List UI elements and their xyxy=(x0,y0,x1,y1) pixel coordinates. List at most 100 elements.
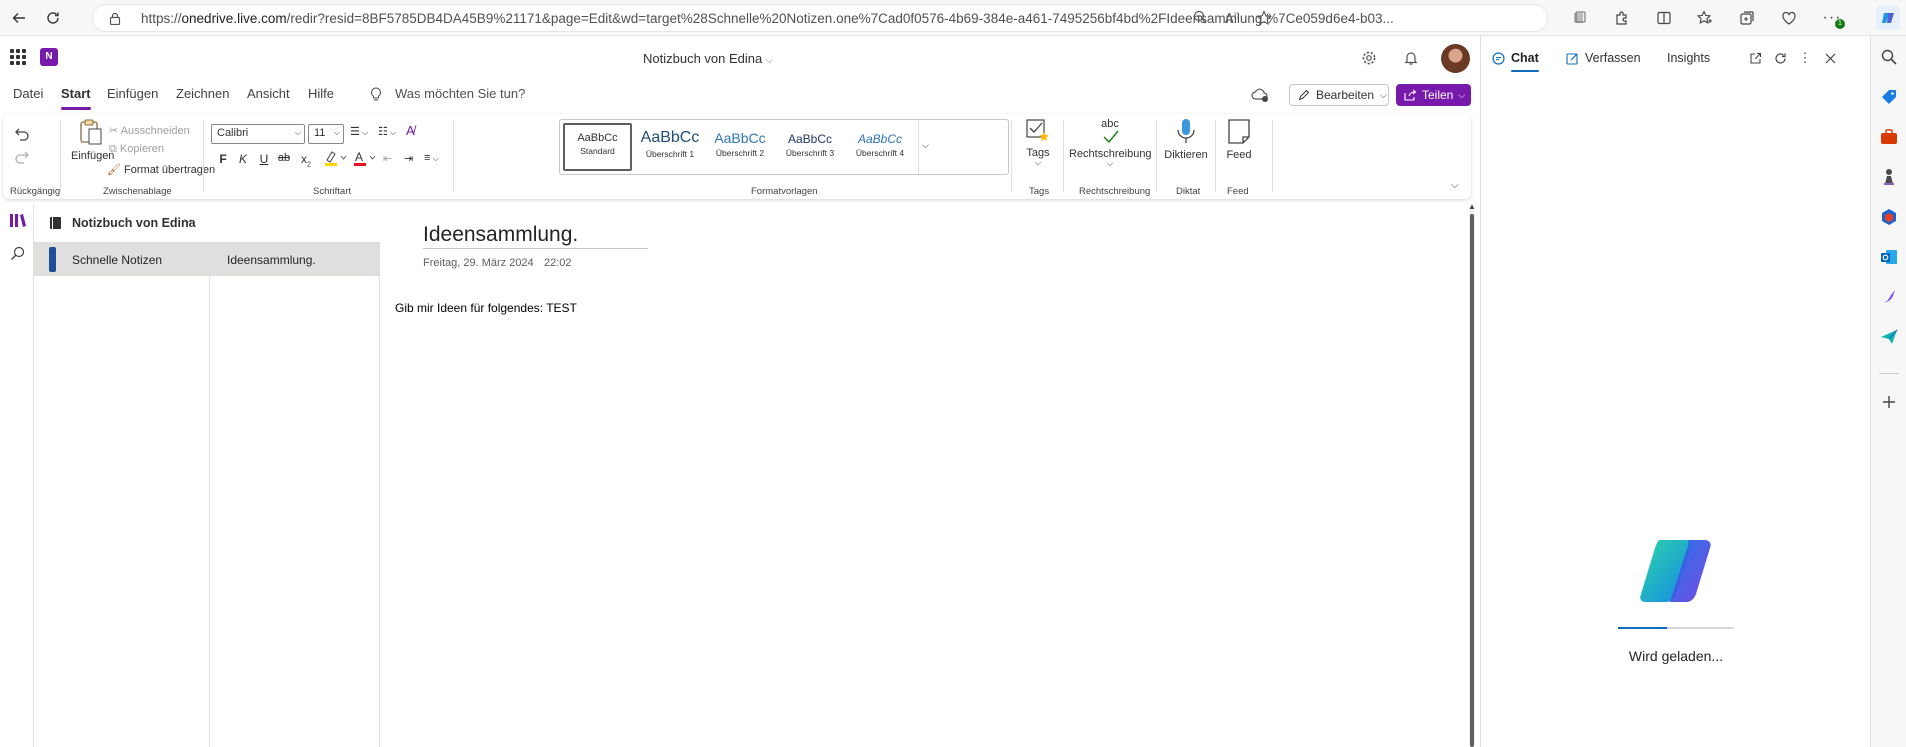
copy-button[interactable]: ⧉ Kopieren xyxy=(109,143,164,156)
italic-button[interactable]: K xyxy=(235,152,251,166)
note-text[interactable]: Gib mir Ideen für folgendes: TEST xyxy=(395,301,577,315)
style-heading-2[interactable]: AaBbCc Überschrift 2 xyxy=(706,123,774,171)
style-heading-1[interactable]: AaBbCc Überschrift 1 xyxy=(636,123,704,171)
font-name-select[interactable]: Calibri ⌵ xyxy=(211,124,305,144)
copy-icon: ⧉ xyxy=(109,143,117,155)
tools-briefcase-icon[interactable] xyxy=(1880,128,1898,146)
refresh-icon[interactable] xyxy=(40,5,66,31)
tab-start[interactable]: Start xyxy=(61,86,91,112)
tags-button[interactable]: Tags ⌵ xyxy=(1018,118,1058,167)
paste-button[interactable]: Einfügen xyxy=(71,118,114,162)
page-title[interactable]: Ideensammlung. xyxy=(423,223,578,247)
tab-verfassen[interactable]: Verfassen xyxy=(1585,51,1641,65)
styles-expand-button[interactable]: ⌵ xyxy=(918,120,932,174)
open-in-new-tab-icon[interactable] xyxy=(1746,49,1764,67)
designer-icon[interactable] xyxy=(1880,288,1898,306)
sidebar-toggle-icon[interactable] xyxy=(1652,6,1676,30)
more-options-icon[interactable]: ⋮ xyxy=(1796,49,1814,67)
app-launcher-icon[interactable] xyxy=(10,49,26,65)
redo-icon[interactable] xyxy=(14,150,30,167)
bold-button[interactable]: F xyxy=(215,152,231,166)
section-item[interactable]: Schnelle Notizen xyxy=(34,242,209,276)
numbering-button[interactable]: ☷ ⌵ xyxy=(378,125,396,138)
alignment-button[interactable]: ≡ ⌵ xyxy=(424,152,439,164)
font-color-button[interactable]: A xyxy=(353,150,377,169)
tab-ansicht[interactable]: Ansicht xyxy=(247,86,290,112)
sync-status-icon[interactable] xyxy=(1251,87,1269,103)
browser-essentials-icon[interactable] xyxy=(1777,6,1801,30)
page-canvas[interactable]: Ideensammlung. Freitag, 29. März 2024 22… xyxy=(380,204,1470,747)
tab-datei[interactable]: Datei xyxy=(13,86,43,112)
read-aloud-icon[interactable]: A)) xyxy=(1223,10,1241,28)
undo-icon[interactable] xyxy=(14,127,30,144)
page-item[interactable]: Ideensammlung. xyxy=(210,242,379,276)
scroll-up-arrow-icon[interactable]: ▲ xyxy=(1468,202,1476,211)
format-painter-button[interactable]: 🖌 Format übertragen xyxy=(107,163,215,176)
tab-chat[interactable]: Chat xyxy=(1511,51,1539,72)
notebooks-library-icon[interactable] xyxy=(9,212,27,231)
back-icon[interactable] xyxy=(6,5,32,31)
split-screen-icon[interactable] xyxy=(1567,6,1591,30)
onenote-logo: N xyxy=(40,48,58,66)
spelling-abc-text: abc xyxy=(1101,118,1119,130)
search-icon[interactable] xyxy=(10,246,25,264)
font-size-select[interactable]: 11 ⌵ xyxy=(308,124,344,144)
edit-mode-button[interactable]: Bearbeiten ⌵ xyxy=(1289,84,1389,106)
share-button[interactable]: Teilen ⌵ xyxy=(1396,84,1471,106)
tab-zeichnen[interactable]: Zeichnen xyxy=(176,86,229,112)
outlook-icon[interactable] xyxy=(1880,248,1898,266)
notifications-bell-icon[interactable] xyxy=(1401,48,1421,68)
indent-button[interactable]: ⇥ xyxy=(404,152,413,165)
search-icon[interactable] xyxy=(1880,48,1898,66)
favorites-icon[interactable] xyxy=(1693,6,1717,30)
drop-send-icon[interactable] xyxy=(1880,328,1898,346)
bullets-button[interactable]: ☰ ⌵ xyxy=(350,125,368,138)
subscript-button[interactable]: x2 xyxy=(298,152,314,168)
tab-hilfe[interactable]: Hilfe xyxy=(308,86,334,112)
cut-button[interactable]: ✂ Ausschneiden xyxy=(109,124,190,137)
lock-icon[interactable] xyxy=(109,12,121,25)
notebook-title-menu[interactable]: Notizbuch von Edina ⌵ xyxy=(643,51,773,66)
favorite-star-icon[interactable] xyxy=(1255,10,1273,28)
microsoft-365-icon[interactable] xyxy=(1880,208,1898,226)
collections-icon[interactable] xyxy=(1735,6,1759,30)
ribbon-separator xyxy=(1063,120,1064,192)
zoom-icon[interactable] xyxy=(1191,10,1209,28)
feed-button[interactable]: Feed xyxy=(1222,118,1256,161)
tab-einfuegen[interactable]: Einfügen xyxy=(107,86,158,112)
styles-gallery: AaBbCc Standard AaBbCc Überschrift 1 AaB… xyxy=(559,119,1009,175)
outdent-button[interactable]: ⇤ xyxy=(383,152,392,165)
url-text[interactable]: https://onedrive.live.com/redir?resid=8B… xyxy=(141,11,1536,26)
shopping-tag-icon[interactable] xyxy=(1880,88,1898,106)
notebook-switcher[interactable]: Notizbuch von Edina ⌵ xyxy=(34,204,379,242)
close-icon[interactable] xyxy=(1821,49,1839,67)
dictate-button[interactable]: Diktieren xyxy=(1163,118,1209,161)
user-avatar[interactable] xyxy=(1441,44,1470,73)
style-heading-3[interactable]: AaBbCc Überschrift 3 xyxy=(776,123,844,171)
settings-gear-icon[interactable] xyxy=(1359,48,1379,68)
ribbon-collapse-chevron-icon[interactable]: ⌵ xyxy=(1451,180,1459,191)
extensions-icon[interactable] xyxy=(1610,6,1634,30)
underline-button[interactable]: U xyxy=(256,152,272,166)
style-heading-4[interactable]: AaBbCc Überschrift 4 xyxy=(845,123,915,171)
add-plus-icon[interactable] xyxy=(1880,393,1898,411)
refresh-icon[interactable] xyxy=(1771,49,1789,67)
tell-me-search[interactable]: Was möchten Sie tun? xyxy=(395,86,525,101)
more-menu-icon[interactable]: ··· 1 xyxy=(1820,6,1845,30)
paintbrush-icon: 🖌 xyxy=(107,164,121,176)
highlight-button[interactable] xyxy=(324,150,348,169)
navigation-rail xyxy=(0,204,34,747)
games-chess-icon[interactable] xyxy=(1880,168,1898,186)
title-underline xyxy=(423,248,648,249)
copilot-icon[interactable] xyxy=(1876,6,1900,30)
spelling-button[interactable]: abc Rechtschreibung ⌵ xyxy=(1069,118,1152,168)
strikethrough-button[interactable]: ab xyxy=(276,152,292,164)
canvas-scrollbar[interactable]: ▲ xyxy=(1468,202,1476,747)
style-standard[interactable]: AaBbCc Standard xyxy=(563,123,632,171)
pages-list: Ideensammlung. xyxy=(210,242,380,747)
clear-formatting-button[interactable]: A̸ xyxy=(406,123,415,138)
scrollbar-thumb[interactable] xyxy=(1470,214,1474,747)
ribbon-separator xyxy=(1272,120,1273,192)
tab-insights[interactable]: Insights xyxy=(1667,51,1710,65)
address-bar[interactable]: https://onedrive.live.com/redir?resid=8B… xyxy=(92,4,1548,32)
